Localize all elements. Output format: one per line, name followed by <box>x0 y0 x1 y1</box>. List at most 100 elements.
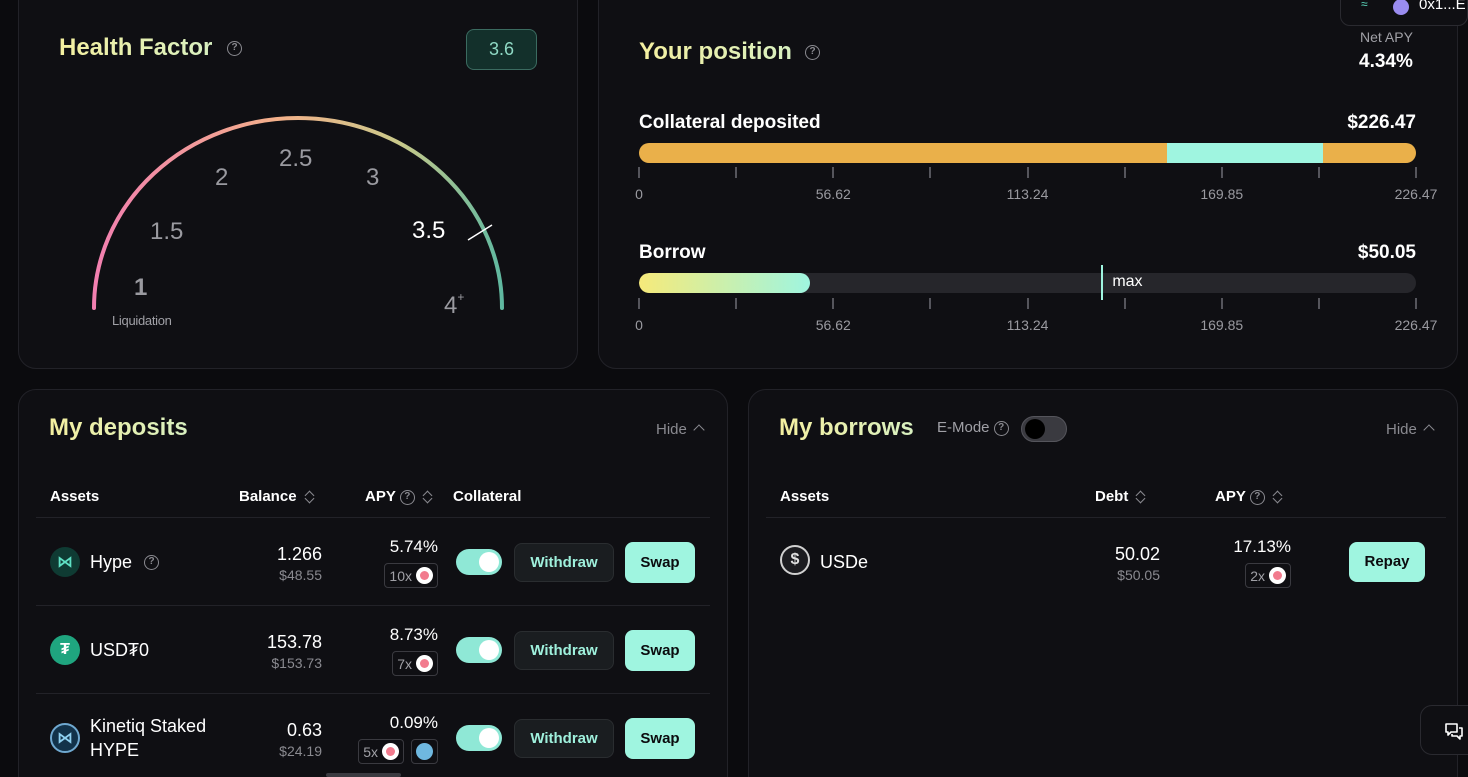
collateral-value: $226.47 <box>1347 112 1416 133</box>
scale-tick <box>735 298 738 309</box>
deposits-col-balance[interactable]: Balance <box>239 488 315 505</box>
asset-name-line2: HYPE <box>90 740 140 760</box>
kinetiq-icon: ⋈ <box>50 723 80 753</box>
sort-icon <box>305 490 315 504</box>
borrow-value: $50.05 <box>1357 242 1416 263</box>
swap-button[interactable]: Swap <box>625 630 695 671</box>
emode-help-icon[interactable]: ? <box>993 420 1009 436</box>
borrow-scale-3: 169.85 <box>1200 317 1244 333</box>
borrows-title: My borrows <box>779 414 914 441</box>
collateral-scale-3: 169.85 <box>1200 186 1244 202</box>
borrow-max-label: max <box>1112 273 1143 290</box>
borrows-col-apy[interactable]: APY ? <box>1215 488 1283 505</box>
emode-label-text: E-Mode <box>937 419 990 436</box>
gauge-label-2-5: 2.5 <box>279 145 313 172</box>
gauge-label-1: 1 <box>134 274 148 301</box>
balance-amount: 0.63 <box>286 720 322 740</box>
collateral-scale-1: 56.62 <box>815 186 851 202</box>
sort-icon <box>423 490 433 504</box>
apy-value: 17.13% <box>1233 537 1291 556</box>
scale-tick <box>1317 298 1320 309</box>
liquidation-label: Liquidation <box>112 313 172 328</box>
chevron-up-icon <box>1423 424 1435 436</box>
hype-icon: ⋈ <box>50 547 80 577</box>
collateral-scale-2: 113.24 <box>1006 186 1049 202</box>
health-factor-help-icon[interactable]: ? <box>227 41 242 56</box>
deposits-hide-toggle[interactable]: Hide <box>656 421 705 438</box>
apy-help-icon[interactable]: ? <box>399 489 415 505</box>
paw-icon <box>382 743 399 760</box>
borrows-col-assets: Assets <box>780 488 830 505</box>
usdt-icon: ₮ <box>50 635 80 665</box>
deposits-col-apy-label: APY <box>365 488 396 505</box>
gauge-label-4-text: 4 <box>444 292 458 319</box>
scale-tick <box>1317 167 1320 178</box>
apy-help-icon[interactable]: ? <box>1249 489 1265 505</box>
collateral-bar-teal-segment <box>1167 143 1323 163</box>
collateral-scale-0: 0 <box>635 186 643 202</box>
withdraw-button[interactable]: Withdraw <box>514 719 614 758</box>
chat-icon <box>1445 723 1463 740</box>
gauge-label-2: 2 <box>215 164 229 191</box>
deposits-hide-label: Hide <box>656 421 687 438</box>
asset-name: Hype <box>90 552 133 572</box>
position-help-icon[interactable]: ? <box>805 45 820 60</box>
scale-tick <box>1415 167 1417 178</box>
scrollbar-thumb[interactable] <box>326 773 401 777</box>
balance-amount: 1.266 <box>276 544 322 564</box>
net-apy-value: 4.34% <box>1359 51 1413 72</box>
scale-tick <box>638 167 640 178</box>
balance-usd: $24.19 <box>279 743 322 759</box>
multiplier-label: 7x <box>397 655 412 672</box>
borrows-hide-toggle[interactable]: Hide <box>1386 421 1435 438</box>
deposits-col-assets: Assets <box>50 488 100 505</box>
borrow-bar <box>639 273 1416 293</box>
collateral-scale: 0 56.62 113.24 169.85 226.47 <box>635 186 1437 204</box>
borrows-col-debt[interactable]: Debt <box>1095 488 1146 505</box>
wallet-network-icon: ≈ <box>1361 0 1368 11</box>
paw-icon <box>416 567 433 584</box>
health-factor-value-badge: 3.6 <box>466 29 537 70</box>
scale-tick <box>1415 298 1417 309</box>
emode-toggle[interactable] <box>1021 416 1067 442</box>
borrow-max-marker <box>1101 265 1104 300</box>
scale-tick <box>1123 167 1126 178</box>
withdraw-button[interactable]: Withdraw <box>514 631 614 670</box>
borrow-label: Borrow <box>639 242 706 263</box>
sort-icon <box>1273 490 1283 504</box>
scale-tick <box>1123 298 1126 309</box>
multiplier-label: 5x <box>363 743 378 760</box>
table-row: ⋈ Hype ? 1.266 $48.55 5.74% 10x Withdraw… <box>36 518 710 605</box>
asset-help-icon[interactable]: ? <box>144 555 159 570</box>
gauge-label-1-5: 1.5 <box>150 218 184 245</box>
table-row: ⋈ Kinetiq Staked HYPE 0.63 $24.19 0.09% … <box>36 694 710 777</box>
swap-button[interactable]: Swap <box>625 718 695 759</box>
scale-tick <box>929 298 932 309</box>
repay-button[interactable]: Repay <box>1349 542 1425 582</box>
paw-icon <box>1269 567 1286 584</box>
swap-button[interactable]: Swap <box>625 542 695 583</box>
asset-name-line1: Kinetiq Staked <box>90 716 207 736</box>
collateral-label: Collateral deposited <box>639 112 821 133</box>
kinetiq-points-icon <box>416 743 433 760</box>
chat-button[interactable] <box>1420 705 1468 755</box>
health-factor-title: Health Factor <box>59 34 212 62</box>
borrow-scale-0: 0 <box>635 317 643 333</box>
position-title-text: Your position <box>639 38 792 65</box>
borrow-ticks <box>638 298 1417 310</box>
collateral-ticks <box>638 167 1417 179</box>
collateral-toggle[interactable] <box>456 549 502 575</box>
wallet-address: 0x1...E <box>1419 0 1466 13</box>
deposits-col-apy[interactable]: APY ? <box>365 488 433 505</box>
debt-usd: $50.05 <box>1117 567 1160 583</box>
gauge-label-4: 4+ <box>444 290 464 320</box>
collateral-toggle[interactable] <box>456 725 502 751</box>
multiplier-label: 10x <box>389 567 412 584</box>
borrow-scale-1: 56.62 <box>815 317 851 333</box>
kinetiq-points-badge <box>411 739 438 764</box>
scale-tick <box>1220 167 1223 178</box>
withdraw-button[interactable]: Withdraw <box>514 543 614 582</box>
collateral-toggle[interactable] <box>456 637 502 663</box>
collateral-scale-4: 226.47 <box>1394 186 1438 202</box>
wallet-button[interactable]: ≈ 0x1...E <box>1340 0 1468 26</box>
